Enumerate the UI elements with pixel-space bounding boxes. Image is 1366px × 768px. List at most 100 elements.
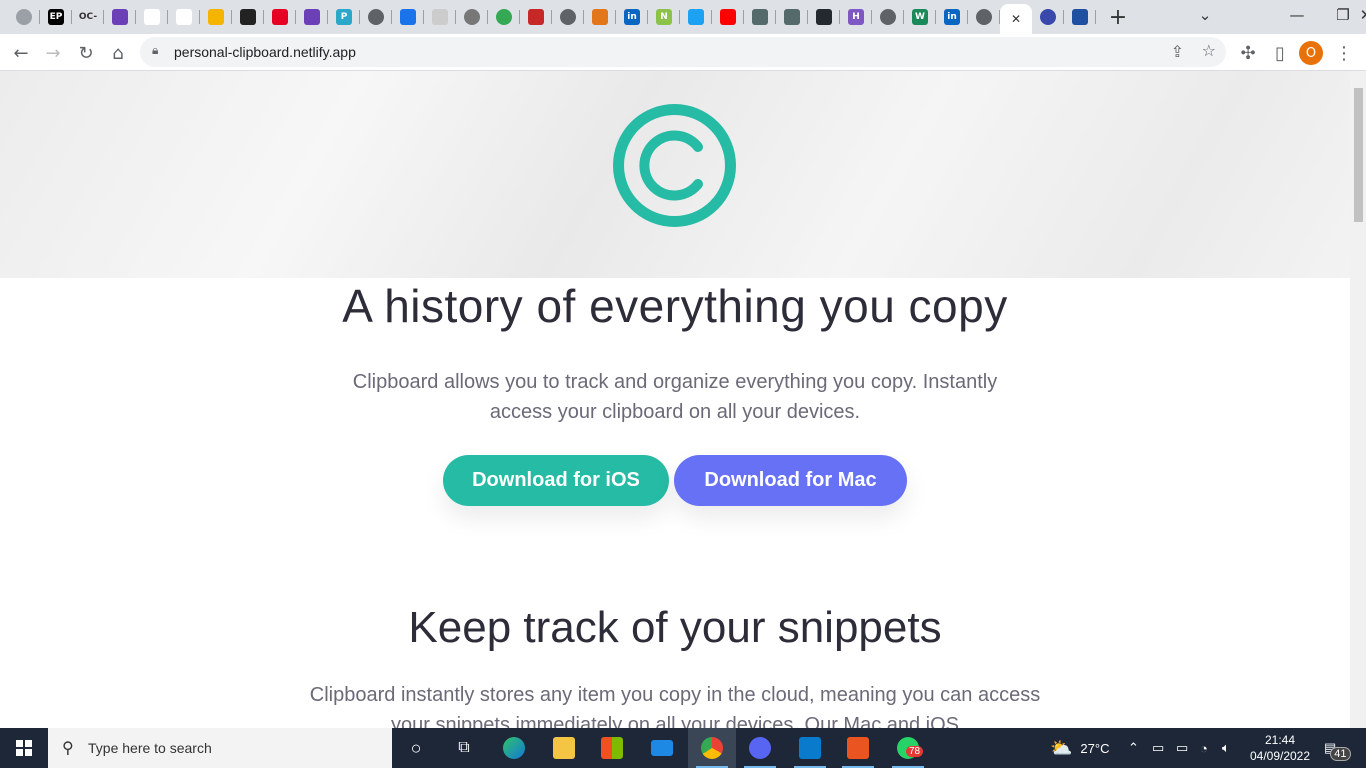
browser-tab[interactable] xyxy=(808,4,840,30)
windows-start-icon[interactable] xyxy=(0,728,48,768)
battery-icon[interactable]: ▭ xyxy=(1176,728,1188,768)
list-icon xyxy=(304,9,320,25)
mail-icon[interactable] xyxy=(638,728,686,768)
ep-icon: EP xyxy=(48,9,64,25)
profile-avatar[interactable]: O xyxy=(1299,41,1323,65)
minimize-button[interactable]: — xyxy=(1274,0,1320,30)
browser-tab[interactable]: in xyxy=(616,4,648,30)
taskbar-search[interactable]: ⚲ Type here to search xyxy=(48,728,392,768)
vscode-icon[interactable] xyxy=(786,728,834,768)
photo-icon xyxy=(752,9,768,25)
clock-date: 04/09/2022 xyxy=(1249,749,1311,763)
edge-icon[interactable] xyxy=(490,728,538,768)
youtube-icon xyxy=(720,9,736,25)
chrome-icon[interactable] xyxy=(688,728,736,768)
forward-icon[interactable]: → xyxy=(40,40,66,66)
url-text[interactable]: personal-clipboard.netlify.app xyxy=(174,44,356,60)
flag-icon xyxy=(1072,9,1088,25)
bookmark-star-icon[interactable]: ☆ xyxy=(1202,41,1216,60)
browser-tab[interactable] xyxy=(168,4,200,30)
browser-tab[interactable] xyxy=(968,4,1000,30)
browser-tab[interactable] xyxy=(520,4,552,30)
store-icon[interactable] xyxy=(588,728,636,768)
browser-tab[interactable] xyxy=(232,4,264,30)
browser-tab[interactable] xyxy=(552,4,584,30)
browser-tab[interactable]: H xyxy=(840,4,872,30)
download-mac-button[interactable]: Download for Mac xyxy=(674,455,907,506)
share-icon[interactable]: ⇪ xyxy=(1171,42,1184,61)
browser-tab[interactable]: N xyxy=(648,4,680,30)
discord-icon[interactable] xyxy=(736,728,784,768)
browser-tab[interactable] xyxy=(136,4,168,30)
temperature: 27°C xyxy=(1080,740,1110,756)
file-explorer-icon[interactable] xyxy=(540,728,588,768)
browser-tab[interactable]: P xyxy=(328,4,360,30)
windows-taskbar: ⚲ Type here to search ○ ⧉ 78 ⛅ 27°C ⌃ ▭ ▭… xyxy=(0,728,1366,768)
ubuntu-icon[interactable] xyxy=(834,728,882,768)
wifi-icon[interactable]: ◔ xyxy=(1200,728,1208,768)
browser-tab[interactable] xyxy=(584,4,616,30)
notification-center-icon[interactable]: ▤ 41 xyxy=(1324,728,1357,768)
meet-icon[interactable]: ▭ xyxy=(1152,728,1164,768)
browser-tab[interactable] xyxy=(392,4,424,30)
weather-widget[interactable]: ⛅ 27°C xyxy=(1050,728,1109,768)
browser-tab[interactable] xyxy=(872,4,904,30)
menu-icon[interactable]: ⋮ xyxy=(1331,40,1357,66)
search-placeholder: Type here to search xyxy=(88,740,212,756)
extensions-icon[interactable]: ✣ xyxy=(1235,40,1261,66)
back-icon[interactable]: ← xyxy=(8,40,34,66)
oc-icon: OC- xyxy=(79,9,97,25)
page-scrollbar[interactable] xyxy=(1350,71,1366,728)
browser-tab[interactable] xyxy=(104,4,136,30)
p-icon: P xyxy=(336,9,352,25)
weather-cloud-moon-icon: ⛅ xyxy=(1050,737,1073,758)
task-view-icon[interactable]: ⧉ xyxy=(440,728,488,768)
address-bar[interactable]: 🔒︎ personal-clipboard.netlify.app ⇪ ☆ xyxy=(140,37,1226,67)
browser-tab[interactable] xyxy=(296,4,328,30)
reload-icon[interactable]: ↻ xyxy=(73,40,99,66)
side-panel-icon[interactable]: ▯ xyxy=(1267,40,1293,66)
browser-tab[interactable] xyxy=(680,4,712,30)
volume-icon[interactable]: 🔈︎ xyxy=(1222,728,1230,768)
browser-tab[interactable] xyxy=(8,4,40,30)
close-window-button[interactable]: ✕ xyxy=(1320,0,1366,30)
drive-icon xyxy=(496,9,512,25)
download-ios-button[interactable]: Download for iOS xyxy=(443,455,669,506)
tray-chevron-icon[interactable]: ⌃ xyxy=(1128,728,1139,768)
browser-tab[interactable] xyxy=(744,4,776,30)
home-icon[interactable]: ⌂ xyxy=(105,40,131,66)
browser-tab[interactable] xyxy=(712,4,744,30)
browser-tab[interactable] xyxy=(264,4,296,30)
tab-strip: ⌄ — ❐ ✕ + EPOC-PinNHWin✕ xyxy=(0,0,1366,34)
list-icon xyxy=(112,9,128,25)
browser-tab[interactable]: ✕ xyxy=(1000,4,1032,34)
browser-tab[interactable] xyxy=(1032,4,1064,30)
messenger-icon xyxy=(400,9,416,25)
browser-tab[interactable] xyxy=(488,4,520,30)
tab-search-button[interactable]: ⌄ xyxy=(1182,0,1228,30)
browser-tab[interactable] xyxy=(200,4,232,30)
browser-tab[interactable] xyxy=(776,4,808,30)
browser-tab[interactable] xyxy=(456,4,488,30)
github-icon xyxy=(816,9,832,25)
new-tab-button[interactable]: + xyxy=(1102,4,1134,30)
photo-icon xyxy=(784,9,800,25)
close-icon[interactable]: ✕ xyxy=(1008,11,1024,27)
browser-tab[interactable] xyxy=(1064,4,1096,30)
codepen-icon xyxy=(240,9,256,25)
hero-headline: A history of everything you copy xyxy=(342,280,1008,332)
cortana-icon[interactable]: ○ xyxy=(392,728,440,768)
browser-tab[interactable]: EP xyxy=(40,4,72,30)
browser-tab[interactable]: W xyxy=(904,4,936,30)
globe-icon xyxy=(464,9,480,25)
scrollbar-thumb[interactable] xyxy=(1354,88,1363,222)
section-title: Keep track of your snippets xyxy=(408,603,942,652)
browser-tab[interactable] xyxy=(424,4,456,30)
browser-tab[interactable]: OC- xyxy=(72,4,104,30)
browser-tab[interactable] xyxy=(360,4,392,30)
search-icon: ⚲ xyxy=(62,740,74,757)
globe-icon xyxy=(976,9,992,25)
browser-tab[interactable]: in xyxy=(936,4,968,30)
whatsapp-icon[interactable]: 78 xyxy=(884,728,932,768)
clock[interactable]: 21:44 04/09/2022 xyxy=(1248,728,1312,768)
